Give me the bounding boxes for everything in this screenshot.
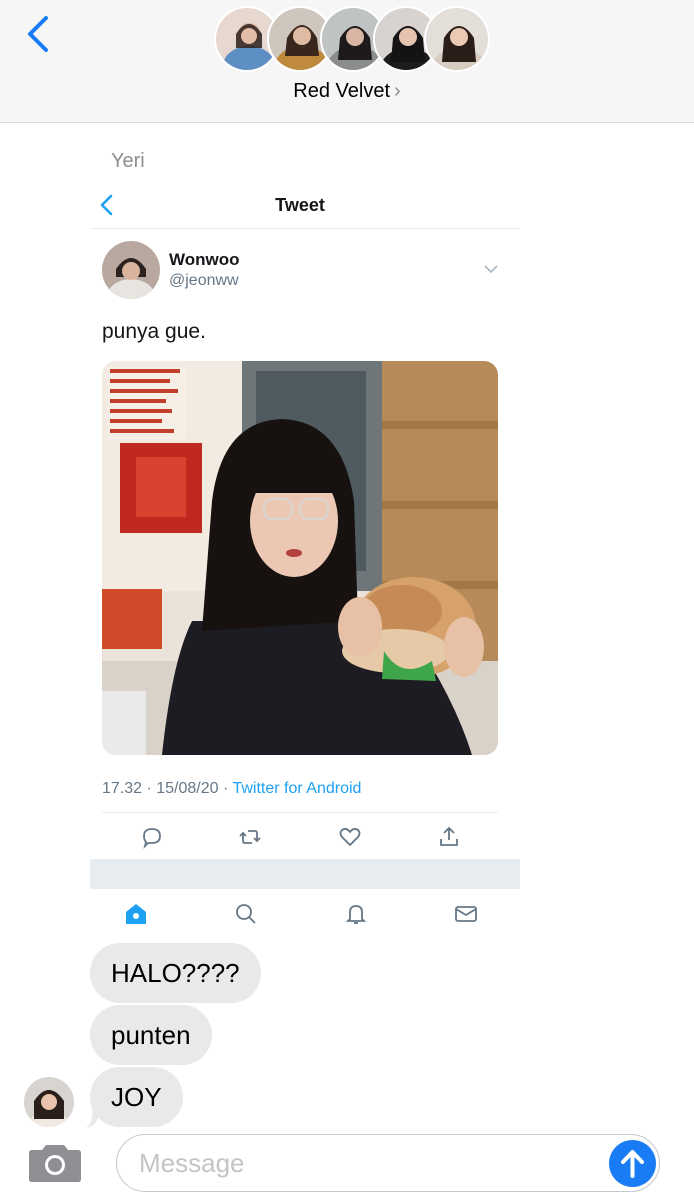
home-icon — [126, 904, 146, 924]
tweet-separator-band — [90, 859, 520, 889]
reply-icon — [143, 828, 161, 849]
tweet-author-name: Wonwoo — [169, 250, 240, 269]
send-button[interactable] — [609, 1140, 656, 1187]
tweet-screenshot-attachment[interactable]: Tweet Wonwoo @jeonww punya gue. 17.32 · … — [90, 180, 520, 930]
notifications-icon — [345, 905, 367, 924]
sender-name: Yeri — [111, 150, 145, 172]
message-bubble[interactable]: punten — [90, 1005, 212, 1065]
retweet-icon — [239, 830, 261, 844]
tweet-timestamp: 17.32 · 15/08/20 · — [102, 780, 233, 797]
arrow-up-icon — [621, 1150, 644, 1178]
tweet-source: Twitter for Android — [232, 780, 362, 797]
messages-icon — [455, 906, 477, 922]
message-placeholder: Message — [139, 1148, 245, 1178]
conversation-header: Red Velvet › — [0, 0, 694, 123]
search-icon — [236, 904, 256, 924]
chevron-down-icon — [484, 265, 498, 274]
tweet-meta: 17.32 · 15/08/20 · Twitter for Android — [102, 780, 361, 798]
message-input[interactable]: Message — [116, 1134, 660, 1192]
divider — [102, 812, 498, 813]
group-name[interactable]: Red Velvet › — [0, 80, 694, 103]
group-avatars[interactable] — [214, 6, 490, 76]
share-icon — [440, 826, 458, 846]
sender-avatar[interactable] — [24, 1077, 74, 1127]
tweet-author-handle: @jeonww — [169, 272, 239, 289]
tweet-text: punya gue. — [102, 320, 206, 343]
tweet-photo — [102, 361, 498, 755]
chevron-right-icon: › — [394, 80, 401, 102]
back-chevron-icon[interactable] — [22, 14, 58, 54]
tweet-author-avatar — [102, 241, 160, 299]
camera-icon[interactable] — [28, 1141, 82, 1183]
group-name-label: Red Velvet — [293, 80, 391, 102]
message-bubble[interactable]: JOY — [90, 1067, 183, 1127]
like-icon — [339, 827, 361, 847]
tweet-screen-title: Tweet — [275, 195, 325, 215]
tweet-top-bar: Tweet — [90, 180, 520, 229]
message-bubble[interactable]: HALO???? — [90, 943, 261, 1003]
member-avatar — [424, 6, 490, 72]
